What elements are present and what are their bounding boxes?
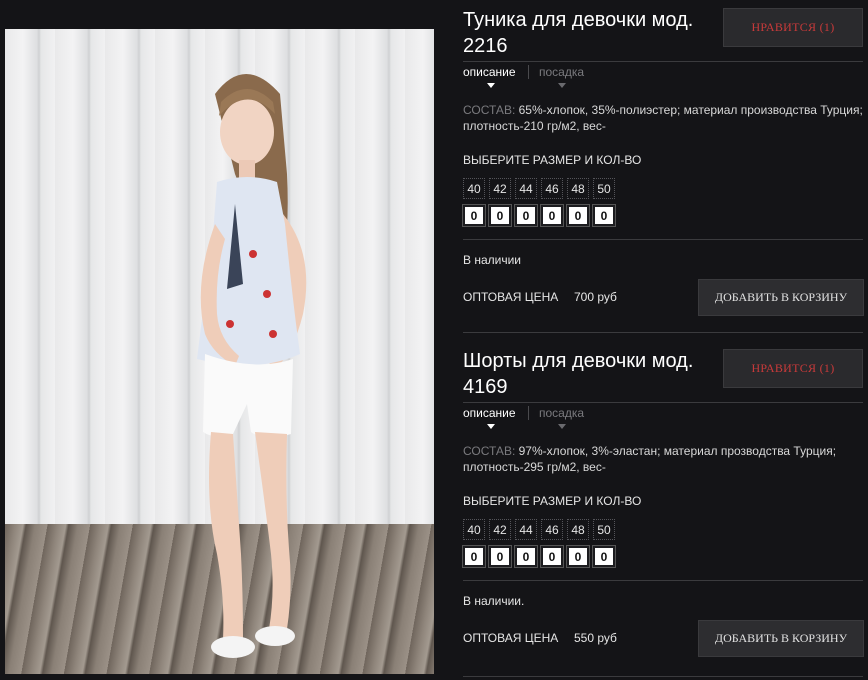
tab-separator [528,406,529,420]
section-divider [463,580,863,581]
composition-text: СОСТАВ: 97%-хлопок, 3%-эластан; материал… [463,443,863,475]
quantity-input[interactable]: 0 [540,545,564,568]
product-divider [463,332,863,333]
quantity-input[interactable]: 0 [514,204,538,227]
size-option[interactable]: 48 [567,519,589,540]
like-button[interactable]: НРАВИТСЯ (1) [723,349,863,388]
section-divider [463,239,863,240]
composition-text: СОСТАВ: 65%-хлопок, 35%-полиэстер; матер… [463,102,863,134]
quantity-input[interactable]: 0 [540,204,564,227]
price-value: 550 руб [574,631,617,645]
size-list: 40 42 44 46 48 50 [463,519,615,540]
product-divider [463,676,863,677]
tab-fit[interactable]: посадка [539,406,584,420]
model-figure [197,74,307,658]
size-option[interactable]: 50 [593,519,615,540]
price-label: ОПТОВАЯ ЦЕНА [463,631,559,645]
tabs-divider [463,402,863,403]
tab-description[interactable]: описание [463,406,516,420]
tab-arrow-icon [558,83,566,88]
composition-value: 65%-хлопок, 35%-полиэстер; материал прои… [463,103,863,133]
size-option[interactable]: 40 [463,519,485,540]
availability-status: В наличии [463,253,522,267]
composition-value: 97%-хлопок, 3%-эластан; материал прозвод… [463,444,837,474]
size-option[interactable]: 50 [593,178,615,199]
tab-arrow-icon [558,424,566,429]
size-list: 40 42 44 46 48 50 [463,178,615,199]
quantity-list: 0 0 0 0 0 0 [462,204,616,227]
quantity-input[interactable]: 0 [592,545,616,568]
tabs-divider [463,61,863,62]
size-option[interactable]: 46 [541,519,563,540]
quantity-input[interactable]: 0 [488,204,512,227]
quantity-list: 0 0 0 0 0 0 [462,545,616,568]
quantity-input[interactable]: 0 [488,545,512,568]
quantity-input[interactable]: 0 [514,545,538,568]
choose-size-label: ВЫБЕРИТЕ РАЗМЕР И КОЛ-ВО [463,153,642,167]
quantity-input[interactable]: 0 [592,204,616,227]
price-value: 700 руб [574,290,617,304]
quantity-input[interactable]: 0 [462,545,486,568]
quantity-input[interactable]: 0 [566,545,590,568]
size-option[interactable]: 40 [463,178,485,199]
tab-separator [528,65,529,79]
quantity-input[interactable]: 0 [462,204,486,227]
product-photo[interactable] [5,29,434,674]
add-to-cart-button[interactable]: ДОБАВИТЬ В КОРЗИНУ [698,620,864,657]
like-button[interactable]: НРАВИТСЯ (1) [723,8,863,47]
composition-label: СОСТАВ: [463,103,516,117]
size-option[interactable]: 44 [515,178,537,199]
size-option[interactable]: 42 [489,519,511,540]
price-label: ОПТОВАЯ ЦЕНА [463,290,559,304]
availability-status: В наличии. [463,594,525,608]
size-option[interactable]: 46 [541,178,563,199]
composition-label: СОСТАВ: [463,444,516,458]
add-to-cart-button[interactable]: ДОБАВИТЬ В КОРЗИНУ [698,279,864,316]
product-title[interactable]: Туника для девочки мод. 2216 [463,7,713,59]
choose-size-label: ВЫБЕРИТЕ РАЗМЕР И КОЛ-ВО [463,494,642,508]
size-option[interactable]: 44 [515,519,537,540]
tab-fit[interactable]: посадка [539,65,584,79]
quantity-input[interactable]: 0 [566,204,590,227]
size-option[interactable]: 48 [567,178,589,199]
product-title[interactable]: Шорты для девочки мод. 4169 [463,348,713,400]
active-tab-arrow-icon [487,424,495,429]
size-option[interactable]: 42 [489,178,511,199]
active-tab-arrow-icon [487,83,495,88]
tab-description[interactable]: описание [463,65,516,79]
